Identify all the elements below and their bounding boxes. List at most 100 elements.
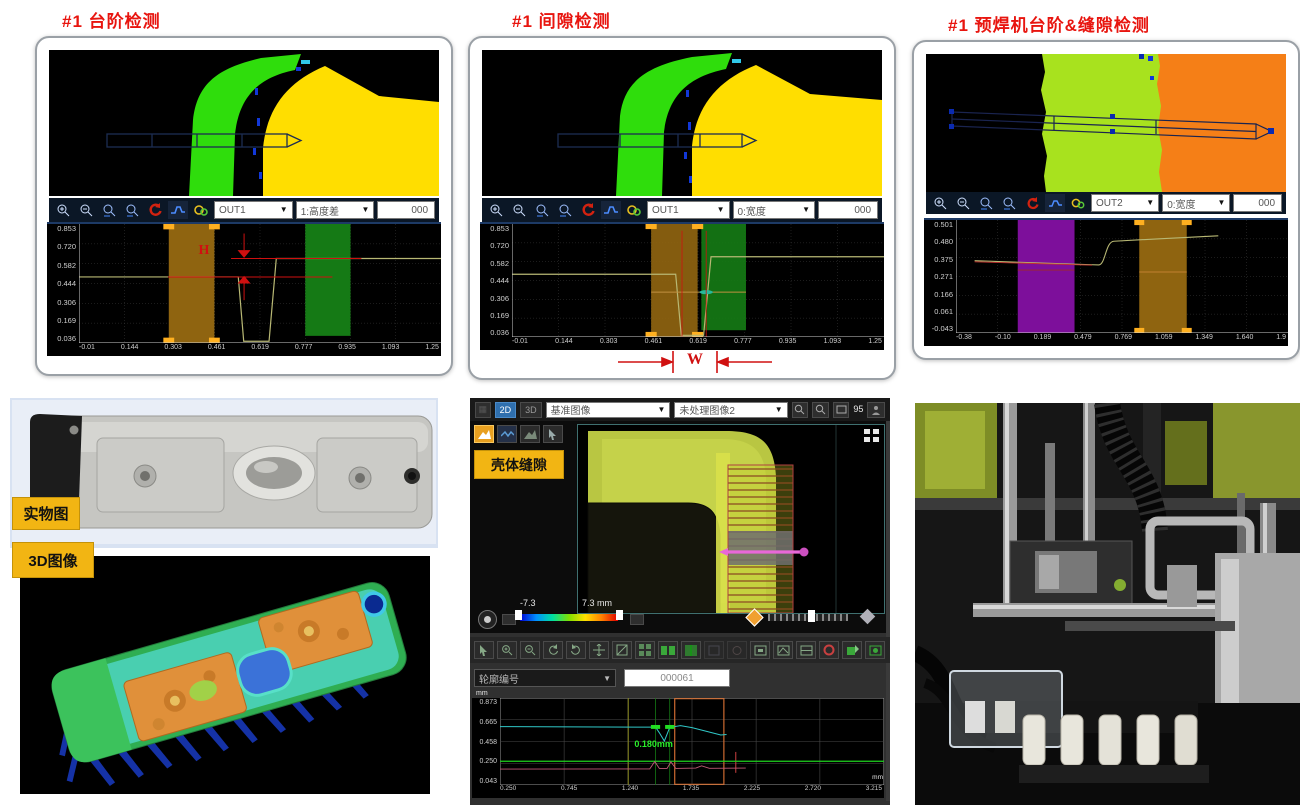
colorbar-min-handle[interactable] (515, 610, 522, 620)
zoom-fit-icon[interactable] (99, 201, 119, 219)
output-select[interactable]: OUT2▼ (1091, 194, 1159, 212)
zoom-in-icon[interactable] (53, 201, 73, 219)
scale-left-icon[interactable] (502, 614, 516, 625)
height-image-icon[interactable] (474, 425, 494, 443)
view-fit-icon[interactable] (833, 402, 850, 418)
zoom-in-icon[interactable] (486, 201, 506, 219)
measure-region-1[interactable] (1139, 220, 1186, 333)
tool-select-icon[interactable] (474, 641, 494, 659)
zoom-in-icon[interactable] (930, 194, 950, 212)
zoom-region-icon[interactable] (122, 201, 142, 219)
tool-measure-rect-icon[interactable] (750, 641, 770, 659)
zoom-region-icon[interactable] (555, 201, 575, 219)
zoom-fit-icon[interactable] (976, 194, 996, 212)
chevron-down-icon: ▼ (362, 206, 370, 214)
output-value-field[interactable]: 000 (377, 201, 435, 219)
prewelder-heightmap-image (926, 54, 1286, 192)
tab-3d[interactable]: 3D (520, 402, 541, 418)
view-zoom-in-icon[interactable] (792, 402, 809, 418)
pointer-icon[interactable] (543, 425, 563, 443)
profile-number-select[interactable]: 轮廓编号▼ (474, 669, 616, 687)
tool-split-icon[interactable] (681, 641, 701, 659)
output-value-field[interactable]: 000 (818, 201, 878, 219)
target-icon[interactable] (478, 610, 497, 629)
x-axis-ticks: -0.38-0.100.1890.4790.7691.0591.3491.640… (956, 333, 1288, 346)
y-axis-ticks: 0.8530.7200.5820.4440.3060.1690.036 (480, 224, 512, 337)
output-settings-icon[interactable] (1068, 194, 1088, 212)
zoom-out-icon[interactable] (76, 201, 96, 219)
layout-icon[interactable]: ▦ (475, 402, 491, 418)
panel-title-gap: #1 间隙检测 (512, 7, 611, 32)
zoom-level-value: 95 (853, 405, 863, 414)
step-heightmap (49, 50, 439, 196)
zoom-fit-icon[interactable] (532, 201, 552, 219)
output-select[interactable]: OUT1▼ (214, 201, 293, 219)
mode-select[interactable]: 1:高度差▼ (296, 201, 375, 219)
mode-select[interactable]: 0:宽度▼ (1162, 194, 1230, 212)
x-axis-ticks: -0.010.1440.3030.4610.6190.7770.9351.093… (79, 343, 441, 356)
measure-region-1[interactable] (169, 224, 215, 343)
tool-region-icon[interactable] (727, 641, 747, 659)
view-zoom-out-icon[interactable] (812, 402, 829, 418)
gap-heightmap-image (482, 50, 882, 196)
intensity-image-icon[interactable] (520, 425, 540, 443)
tool-measure-profile-icon[interactable] (773, 641, 793, 659)
y-axis-ticks: 0.8530.7200.5820.4440.3060.1690.036 (47, 224, 79, 343)
gray-diamond-icon[interactable] (860, 609, 876, 625)
profile-graph-icon[interactable] (1045, 194, 1065, 212)
tool-mask-icon[interactable] (704, 641, 724, 659)
profile-graph-icon[interactable] (601, 201, 621, 219)
profile-graph-icon[interactable] (168, 201, 188, 219)
camera-view[interactable] (577, 424, 885, 614)
user-icon[interactable] (867, 402, 885, 418)
width-annotation: W (610, 350, 780, 374)
profile-wave-icon[interactable] (497, 425, 517, 443)
rotate-icon[interactable] (1022, 194, 1042, 212)
colorbar-max-handle[interactable] (616, 610, 623, 620)
tool-measure-multi-icon[interactable] (796, 641, 816, 659)
x-axis-ticks: -0.010.1440.3030.4610.6190.7770.9351.093… (512, 337, 884, 350)
tool-grid-icon[interactable] (635, 641, 655, 659)
tool-capture-icon[interactable] (865, 641, 885, 659)
output-settings-icon[interactable] (624, 201, 644, 219)
chevron-down-icon: ▼ (1146, 199, 1154, 207)
processing-image-select[interactable]: 未处理图像2▼ (674, 402, 787, 418)
measure-region-1[interactable] (651, 224, 698, 337)
render-3d-label: 3D图像 (12, 542, 94, 578)
real-photo-label: 实物图 (12, 497, 80, 530)
inspector-topbar: ▦ 2D 3D 基准图像▼ 未处理图像2▼ 95 (470, 398, 890, 421)
tool-zoom-out-icon[interactable] (520, 641, 540, 659)
scale-max-label: 7.3 mm (582, 599, 612, 608)
tool-scale-icon[interactable] (612, 641, 632, 659)
mask-region[interactable] (1018, 220, 1075, 333)
profile-number-value[interactable]: 000061 (624, 669, 730, 687)
tool-rotate-left-icon[interactable] (543, 641, 563, 659)
tool-record-icon[interactable] (819, 641, 839, 659)
tool-rotate-right-icon[interactable] (566, 641, 586, 659)
zoom-region-icon[interactable] (999, 194, 1019, 212)
chevron-down-icon: ▼ (802, 206, 810, 214)
base-image-select[interactable]: 基准图像▼ (546, 402, 671, 418)
tool-export-icon[interactable] (842, 641, 862, 659)
chevron-down-icon: ▼ (775, 406, 783, 414)
mode-select[interactable]: 0:宽度▼ (733, 201, 816, 219)
output-settings-icon[interactable] (191, 201, 211, 219)
position-slider-handle[interactable] (808, 610, 815, 622)
measure-region-2[interactable] (701, 224, 746, 330)
tool-pan-icon[interactable] (589, 641, 609, 659)
tool-compare-icon[interactable] (658, 641, 678, 659)
rotate-icon[interactable] (145, 201, 165, 219)
tool-zoom-in-icon[interactable] (497, 641, 517, 659)
marker-diamond-icon[interactable] (745, 608, 763, 626)
output-select[interactable]: OUT1▼ (647, 201, 730, 219)
zoom-out-icon[interactable] (953, 194, 973, 212)
scale-right-icon[interactable] (630, 614, 644, 625)
fullscreen-icon[interactable] (864, 429, 879, 447)
output-value-field[interactable]: 000 (1233, 194, 1282, 212)
rotate-icon[interactable] (578, 201, 598, 219)
reference-region[interactable] (305, 224, 350, 336)
x-unit-label: mm (872, 775, 883, 782)
zoom-out-icon[interactable] (509, 201, 529, 219)
tab-2d[interactable]: 2D (495, 402, 516, 418)
chevron-down-icon: ▼ (1217, 199, 1225, 207)
